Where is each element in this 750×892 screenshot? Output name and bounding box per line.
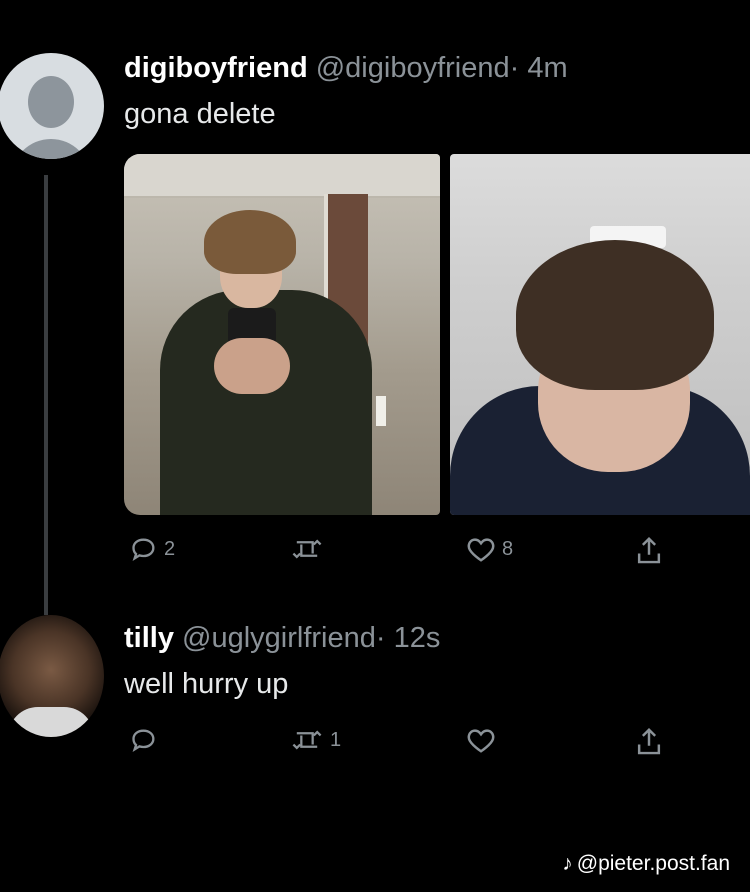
timestamp[interactable]: · 4m [510, 52, 568, 84]
tweet-header: tilly @uglygirlfriend· 12s [124, 622, 440, 655]
thread-connector [44, 175, 48, 615]
attribution-handle: @pieter.post.fan [576, 852, 730, 875]
reply-count: 2 [164, 537, 176, 560]
share-button[interactable] [634, 726, 664, 758]
timestamp[interactable]: · 12s [376, 622, 440, 654]
like-button[interactable]: 8 [466, 535, 513, 563]
tiktok-attribution: ♪ @pieter.post.fan [562, 852, 730, 876]
heart-icon [467, 729, 495, 753]
reply-icon [132, 729, 155, 752]
share-icon [637, 536, 661, 564]
retweet-button[interactable] [290, 535, 330, 563]
retweet-icon [292, 730, 322, 750]
heart-icon [467, 538, 495, 562]
share-icon [637, 727, 661, 755]
tweet-header: digiboyfriend @digiboyfriend· 4m [124, 52, 568, 85]
reply-button[interactable] [130, 726, 164, 754]
avatar[interactable] [0, 615, 104, 737]
reply-button[interactable]: 2 [130, 535, 175, 563]
share-button[interactable] [634, 535, 664, 567]
retweet-count: 1 [330, 728, 342, 751]
tweet-photo[interactable] [450, 154, 750, 515]
tweet-photo[interactable] [124, 154, 440, 515]
retweet-icon [292, 539, 322, 559]
handle[interactable]: @digiboyfriend [316, 52, 510, 84]
handle[interactable]: @uglygirlfriend [182, 622, 376, 654]
tiktok-icon: ♪ [562, 852, 573, 875]
display-name[interactable]: digiboyfriend [124, 52, 308, 84]
like-count: 8 [502, 537, 514, 560]
reply-icon [132, 538, 155, 561]
tweet-text: well hurry up [124, 668, 289, 700]
retweet-button[interactable]: 1 [290, 726, 341, 754]
display-name[interactable]: tilly [124, 622, 174, 654]
avatar[interactable] [0, 53, 104, 159]
tweet-text: gona delete [124, 98, 276, 130]
like-button[interactable] [466, 726, 502, 754]
